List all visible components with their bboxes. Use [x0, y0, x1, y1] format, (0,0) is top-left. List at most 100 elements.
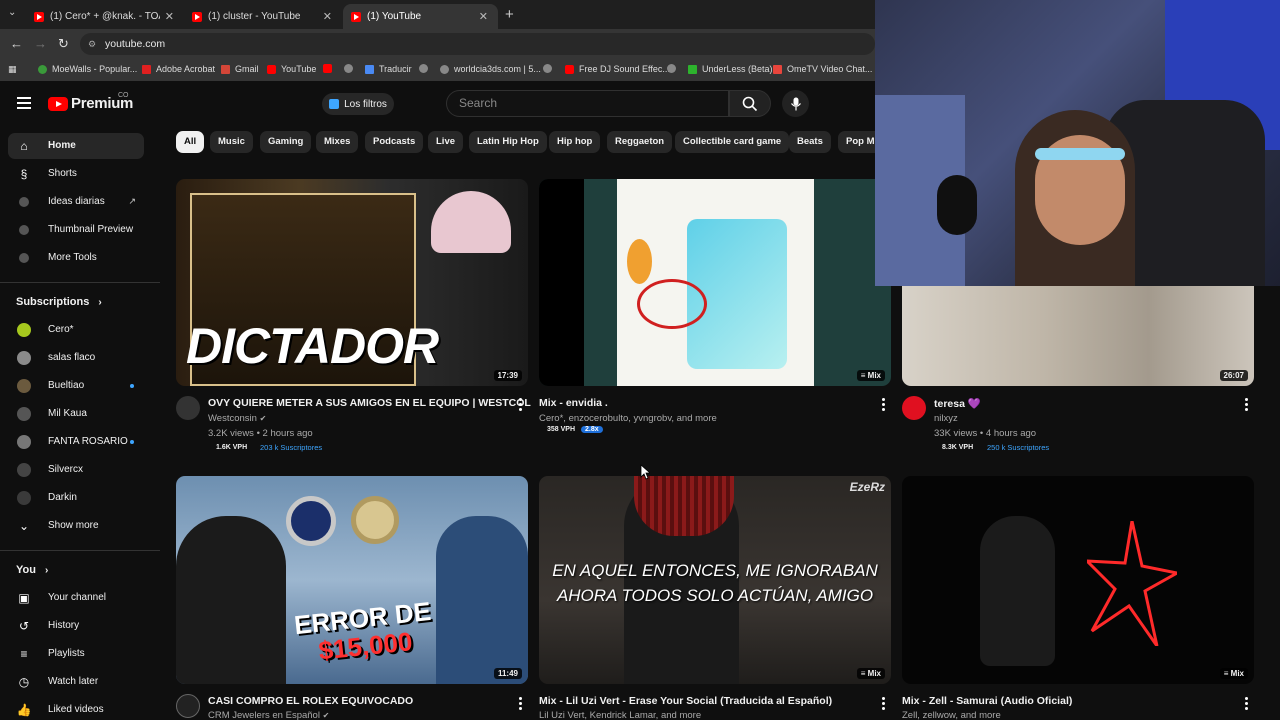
chip[interactable]: Mixes [316, 131, 359, 153]
search-button[interactable] [729, 90, 771, 117]
apps-grid-icon[interactable]: ▦ [8, 64, 17, 75]
subscription-item[interactable]: Bueltiao [8, 373, 144, 399]
browser-tab[interactable]: (1) Cero* + @knak. - TOA (Vide ✕ [26, 4, 184, 29]
globe-icon [419, 64, 428, 73]
bookmark-icon-only[interactable] [344, 64, 358, 73]
bookmark-item[interactable]: worldcia3ds.com | 5... [440, 64, 541, 74]
tab-search-icon[interactable]: ⌄ [8, 7, 16, 18]
bookmark-icon-only[interactable] [543, 64, 557, 73]
subscription-item[interactable]: Mil Kaua [8, 401, 144, 427]
video-title[interactable]: OVY QUIERE METER A SUS AMIGOS EN EL EQUI… [208, 397, 531, 409]
bookmark-item[interactable]: OmeTV Video Chat... [773, 64, 872, 74]
chip[interactable]: Hip hop [549, 131, 601, 153]
search-input[interactable]: Search [446, 90, 729, 117]
forward-icon[interactable]: → [34, 36, 47, 51]
channel-name[interactable]: nilxyz [934, 413, 958, 424]
more-actions-icon[interactable] [882, 398, 886, 413]
channel-name[interactable]: Westconsin ✔ [208, 413, 266, 424]
voice-search-button[interactable] [782, 90, 809, 117]
back-icon[interactable]: ← [10, 36, 23, 51]
channel-avatar[interactable] [176, 694, 200, 718]
mouse-cursor-icon [640, 464, 650, 480]
more-actions-icon[interactable] [882, 697, 886, 712]
new-content-dot [130, 384, 134, 388]
bookmark-item[interactable]: Gmail [221, 64, 259, 74]
close-tab-icon[interactable]: ✕ [323, 10, 332, 23]
video-title[interactable]: CASI COMPRO EL ROLEX EQUIVOCADO [208, 695, 413, 707]
sidebar-item-playlists[interactable]: ≡ Playlists [8, 641, 144, 667]
new-tab-button[interactable]: + [505, 6, 514, 23]
chip[interactable]: Music [210, 131, 253, 153]
bookmark-icon-only[interactable] [667, 64, 681, 73]
video-thumbnail[interactable]: EzeRz EN AQUEL ENTONCES, ME IGNORABAN AH… [539, 476, 891, 684]
subscription-item[interactable]: salas flaco [8, 345, 144, 371]
channel-avatar[interactable] [176, 396, 200, 420]
subscription-item[interactable]: Silvercx [8, 457, 144, 483]
browser-tab-active[interactable]: (1) YouTube ✕ [343, 4, 498, 29]
subscription-item[interactable]: Cero* [8, 317, 144, 343]
youtube-premium-logo[interactable]: Premium CO [48, 92, 133, 112]
more-actions-icon[interactable] [1245, 398, 1249, 413]
multiplier-badge: 2.8x [581, 426, 603, 433]
more-actions-icon[interactable] [519, 697, 523, 712]
video-title[interactable]: Mix - Zell - Samurai (Audio Oficial) [902, 695, 1072, 707]
channel-name[interactable]: Cero*, enzocerobulto, yvngrobv, and more [539, 413, 717, 424]
sidebar-item-watch-later[interactable]: ◷ Watch later [8, 669, 144, 695]
video-title[interactable]: Mix - envidia . [539, 397, 608, 409]
more-actions-icon[interactable] [519, 398, 523, 413]
bookmark-icon-only[interactable] [323, 64, 337, 73]
sidebar-item-more-tools[interactable]: More Tools [8, 245, 144, 271]
subscription-item[interactable]: FANTA ROSARIO [8, 429, 144, 455]
you-heading[interactable]: You › [16, 564, 48, 576]
close-tab-icon[interactable]: ✕ [165, 10, 174, 23]
chip[interactable]: Gaming [260, 131, 312, 153]
sidebar-item-home[interactable]: ⌂ Home [8, 133, 144, 159]
bookmark-item[interactable]: YouTube [267, 64, 316, 74]
more-actions-icon[interactable] [1245, 697, 1249, 712]
chip[interactable]: Latin Hip Hop [469, 131, 547, 153]
video-title[interactable]: teresa 💜 [934, 397, 981, 410]
channel-name[interactable]: Lil Uzi Vert, Kendrick Lamar, and more [539, 710, 701, 720]
site-info-icon[interactable]: ⚙ [88, 33, 96, 55]
browser-tab[interactable]: (1) cluster - YouTube ✕ [184, 4, 342, 29]
sidebar-item-ideas-diarias[interactable]: Ideas diarias ↗ [8, 189, 144, 215]
sidebar-item-your-channel[interactable]: ▣ Your channel [8, 585, 144, 611]
chip[interactable]: Beats [789, 131, 831, 153]
video-thumbnail[interactable]: ERROR DE $15,000 11:49 [176, 476, 528, 684]
chip-all[interactable]: All [176, 131, 205, 153]
video-thumbnail[interactable]: ≡ Mix [539, 179, 891, 386]
sidebar-item-history[interactable]: ↺ History [8, 613, 144, 639]
sidebar-item-shorts[interactable]: § Shorts [8, 161, 144, 187]
show-more-button[interactable]: ⌄ Show more [8, 513, 144, 539]
video-thumbnail[interactable]: ≡ Mix [902, 476, 1254, 684]
bookmark-icon-only[interactable] [419, 64, 433, 73]
chip[interactable]: Live [428, 131, 464, 153]
thumbnail-text: DICTADOR [186, 318, 439, 374]
subscriptions-heading[interactable]: Subscriptions › [16, 296, 102, 308]
bookmark-item[interactable]: MoeWalls - Popular... [38, 64, 137, 74]
bookmark-item[interactable]: Traducir [365, 64, 412, 74]
menu-icon[interactable] [17, 97, 31, 109]
filters-extension-button[interactable]: Los filtros [322, 93, 394, 115]
channel-avatar[interactable] [902, 396, 926, 420]
video-thumbnail[interactable]: DICTADOR 17:39 [176, 179, 528, 386]
sidebar-item-thumbnail-preview[interactable]: Thumbnail Preview [8, 217, 144, 243]
chip[interactable]: Pop Mu [838, 131, 878, 153]
video-title[interactable]: Mix - Lil Uzi Vert - Erase Your Social (… [539, 695, 832, 707]
chip[interactable]: Collectible card game [675, 131, 790, 153]
bookmark-item[interactable]: UnderLess (Beta) [688, 64, 773, 74]
search-icon [742, 96, 758, 111]
channel-name[interactable]: CRM Jewelers en Español ✔ [208, 710, 329, 720]
channel-name[interactable]: Zell, zellwow, and more [902, 710, 1001, 720]
close-tab-icon[interactable]: ✕ [479, 10, 488, 23]
chip[interactable]: Reggaeton [607, 131, 673, 153]
bookmark-item[interactable]: Free DJ Sound Effec... [565, 64, 670, 74]
mix-badge: ≡ Mix [1219, 668, 1248, 679]
chip[interactable]: Podcasts [365, 131, 424, 153]
bookmark-item[interactable]: Adobe Acrobat [142, 64, 215, 74]
subscription-item[interactable]: Darkin [8, 485, 144, 511]
address-bar[interactable]: ⚙ youtube.com [80, 33, 875, 55]
sidebar-item-liked-videos[interactable]: 👍 Liked videos [8, 697, 144, 720]
reload-icon[interactable]: ↻ [58, 36, 69, 52]
new-content-dot [130, 440, 134, 444]
